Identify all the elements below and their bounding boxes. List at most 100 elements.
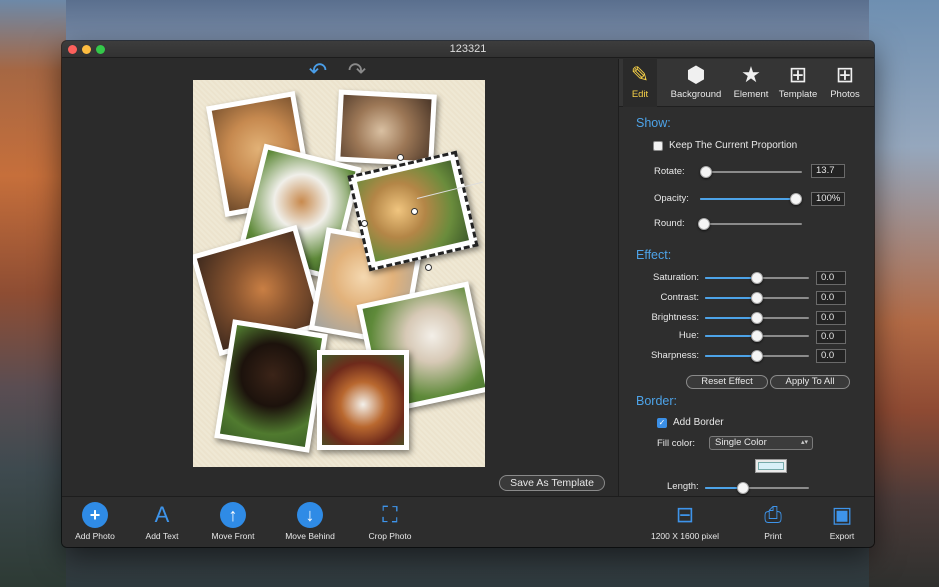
canvas-size-button[interactable]: ⊟ 1200 X 1600 pixel: [647, 502, 723, 546]
window-title: 123321: [449, 43, 487, 55]
contrast-value-field[interactable]: 0.0: [816, 291, 846, 305]
saturation-slider-knob[interactable]: [751, 272, 763, 284]
apply-to-all-button[interactable]: Apply To All: [770, 375, 850, 389]
contrast-slider-knob[interactable]: [751, 292, 763, 304]
tab-label: Background: [670, 89, 722, 100]
move-front-label: Move Front: [211, 531, 255, 541]
minimize-button[interactable]: [82, 45, 91, 54]
app-window: 123321 ↶ ↷ Save As Template ✎ Edit ⬢ Bac…: [62, 41, 874, 547]
sharpness-slider-knob[interactable]: [751, 350, 763, 362]
slider-fill: [705, 355, 757, 357]
export-button[interactable]: ▣ Export: [824, 502, 860, 546]
save-disk-icon: ▣: [831, 502, 853, 527]
keep-proportion-label: Keep The Current Proportion: [669, 140, 798, 151]
fill-color-select[interactable]: Single Color ▴▾: [709, 436, 813, 450]
slider-fill: [705, 335, 757, 337]
slider-fill: [700, 198, 796, 200]
photo-puppy-8[interactable]: [214, 319, 328, 453]
opacity-slider-knob[interactable]: [790, 193, 802, 205]
ruler-icon: ⊟: [675, 502, 695, 527]
hue-value-field[interactable]: 0.0: [816, 330, 846, 344]
tab-background[interactable]: ⬢ Background: [669, 59, 723, 107]
rotate-slider-knob[interactable]: [700, 166, 712, 178]
round-slider-knob[interactable]: [698, 218, 710, 230]
canvas-area: ↶ ↷ Save As Template: [62, 58, 618, 496]
tab-label: Template: [778, 89, 818, 100]
move-behind-button[interactable]: ↓ Move Behind: [283, 502, 337, 546]
export-label: Export: [829, 531, 855, 541]
save-as-template-button[interactable]: Save As Template: [499, 475, 605, 491]
selection-handle-left[interactable]: [361, 220, 368, 227]
rotation-center-handle[interactable]: [411, 208, 418, 215]
reset-effect-button[interactable]: Reset Effect: [686, 375, 768, 389]
brightness-slider[interactable]: [705, 312, 809, 324]
desktop-background-left: [0, 0, 66, 587]
photo-image: [340, 94, 432, 162]
move-behind-label: Move Behind: [285, 531, 335, 541]
effect-section-title: Effect:: [636, 248, 672, 262]
add-border-row[interactable]: ✓ Add Border: [657, 417, 724, 428]
length-label: Length:: [667, 481, 699, 492]
edit-icon: ✎: [630, 62, 650, 87]
round-slider[interactable]: [698, 218, 802, 230]
tab-template[interactable]: ⊞ Template: [777, 59, 819, 107]
crop-icon: ⛶: [382, 502, 398, 527]
printer-icon: ⎙: [764, 502, 782, 527]
sharpness-label: Sharpness:: [650, 350, 699, 361]
bottom-toolbar: + Add Photo A Add Text ↑ Move Front ↓ Mo…: [62, 496, 874, 547]
tab-label: Edit: [631, 89, 649, 100]
template-grid-icon: ⊞: [788, 62, 808, 87]
tab-edit[interactable]: ✎ Edit: [623, 59, 657, 107]
tab-element[interactable]: ★ Element: [731, 59, 771, 107]
photo-image: [219, 324, 323, 448]
add-photo-button[interactable]: + Add Photo: [72, 502, 118, 546]
star-icon: ★: [741, 62, 761, 87]
brightness-slider-knob[interactable]: [751, 312, 763, 324]
saturation-slider[interactable]: [705, 272, 809, 284]
brightness-value-field[interactable]: 0.0: [816, 311, 846, 325]
redo-button[interactable]: ↷: [345, 58, 369, 83]
selection-handle-bottom[interactable]: [425, 264, 432, 271]
hue-slider[interactable]: [705, 330, 809, 342]
tab-label: Element: [733, 89, 769, 100]
keep-proportion-checkbox[interactable]: [653, 140, 663, 151]
sharpness-slider[interactable]: [705, 350, 809, 362]
opacity-slider[interactable]: [700, 193, 802, 205]
contrast-slider[interactable]: [705, 292, 809, 304]
photo-puppy-9[interactable]: [317, 350, 409, 450]
opacity-value-field[interactable]: 100%: [811, 192, 845, 206]
desktop-background-right: [869, 0, 939, 587]
keep-proportion-row[interactable]: Keep The Current Proportion: [653, 140, 797, 151]
add-text-icon: A: [154, 502, 170, 527]
border-section-title: Border:: [636, 394, 677, 408]
undo-button[interactable]: ↶: [306, 58, 330, 83]
tab-photos[interactable]: ⊞ Photos: [827, 59, 863, 107]
length-slider-knob[interactable]: [737, 482, 749, 494]
sharpness-value-field[interactable]: 0.0: [816, 349, 846, 363]
selection-handle-top[interactable]: [397, 154, 404, 161]
photo-puppy-2[interactable]: [335, 89, 437, 167]
rotate-slider[interactable]: [700, 166, 802, 178]
close-button[interactable]: [68, 45, 77, 54]
rotate-value-field[interactable]: 13.7: [811, 164, 845, 178]
crop-photo-button[interactable]: ⛶ Crop Photo: [366, 502, 414, 546]
hue-slider-knob[interactable]: [751, 330, 763, 342]
saturation-value-field[interactable]: 0.0: [816, 271, 846, 285]
crop-photo-label: Crop Photo: [368, 531, 412, 541]
title-bar: 123321: [62, 41, 874, 58]
slider-fill: [705, 317, 757, 319]
fill-color-select-value: Single Color: [715, 437, 767, 448]
add-text-button[interactable]: A Add Text: [142, 502, 182, 546]
contrast-label: Contrast:: [660, 292, 699, 303]
length-slider[interactable]: [705, 482, 809, 494]
print-button[interactable]: ⎙ Print: [756, 502, 790, 546]
move-front-button[interactable]: ↑ Move Front: [209, 502, 257, 546]
collage-page[interactable]: [193, 80, 485, 467]
add-border-label: Add Border: [673, 417, 724, 428]
add-border-checkbox[interactable]: ✓: [657, 417, 667, 428]
maximize-button[interactable]: [96, 45, 105, 54]
arrow-down-icon: ↓: [297, 502, 323, 528]
cube-icon: ⬢: [686, 62, 706, 87]
border-color-well[interactable]: [755, 459, 787, 473]
brightness-label: Brightness:: [651, 312, 699, 323]
